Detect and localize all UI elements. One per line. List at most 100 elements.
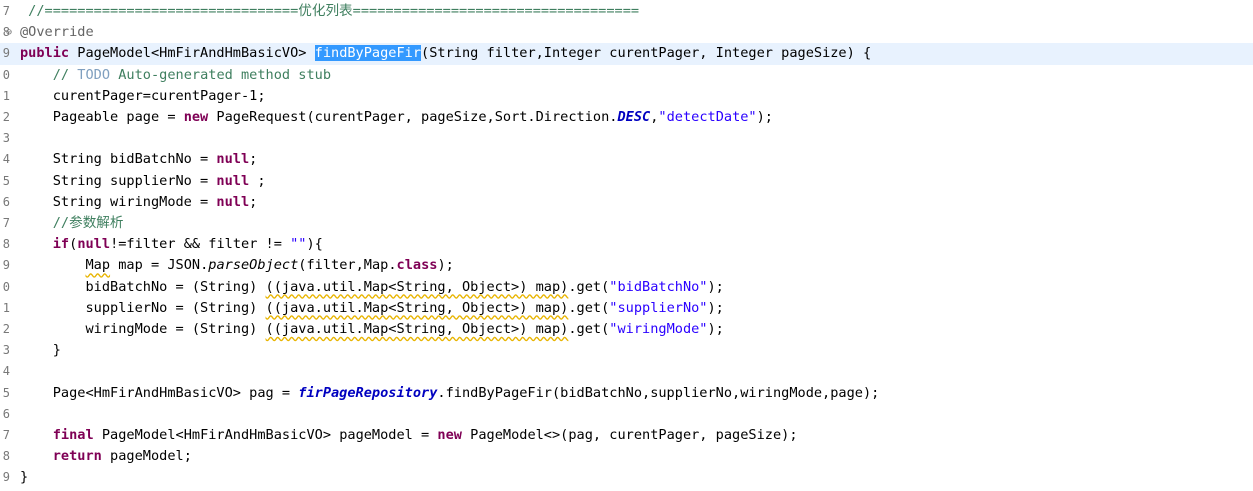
- code-token: 参数解析: [69, 215, 124, 231]
- code-line[interactable]: 5 Page<HmFirAndHmBasicVO> pag = firPageR…: [0, 383, 1253, 404]
- code-text[interactable]: public PageModel<HmFirAndHmBasicVO> find…: [20, 43, 871, 64]
- line-number: 8: [2, 237, 10, 252]
- code-line[interactable]: 8 if(null!=filter && filter != ""){: [0, 234, 1253, 255]
- code-line[interactable]: 3 }: [0, 340, 1253, 361]
- code-token: ((java.util.Map<String, Object>) map): [265, 299, 569, 316]
- code-token: //: [20, 66, 78, 83]
- code-token: parseObject: [208, 257, 299, 274]
- code-line[interactable]: 0 bidBatchNo = (String) ((java.util.Map<…: [0, 277, 1253, 298]
- code-token: bidBatchNo = (String): [20, 278, 266, 295]
- code-line[interactable]: 0 // TODO Auto-generated method stub: [0, 65, 1253, 86]
- code-text[interactable]: wiringMode = (String) ((java.util.Map<St…: [20, 319, 723, 340]
- code-text[interactable]: @Override: [20, 22, 94, 43]
- line-number: 0: [2, 67, 10, 82]
- code-token: Page<HmFirAndHmBasicVO> pag =: [20, 384, 299, 401]
- line-number: 7: [2, 428, 10, 442]
- code-text[interactable]: String wiringMode = null;: [20, 192, 258, 213]
- line-number: 7: [2, 216, 10, 230]
- code-token: ){: [306, 236, 323, 253]
- code-token: null: [216, 172, 250, 189]
- code-token: new: [183, 109, 209, 125]
- code-line[interactable]: 1 curentPager=curentPager-1;: [0, 86, 1253, 107]
- code-token: (String filter,Integer curentPager, Inte…: [421, 45, 872, 62]
- code-text[interactable]: // TODO Auto-generated method stub: [20, 65, 331, 86]
- code-token: curentPager=curentPager-1;: [20, 87, 266, 104]
- code-text[interactable]: }: [20, 467, 28, 488]
- code-token: public: [20, 45, 70, 62]
- code-line[interactable]: 5 String supplierNo = null ;: [0, 171, 1253, 192]
- line-number: 5: [2, 385, 10, 400]
- code-token: "wiringMode": [609, 321, 708, 337]
- code-text[interactable]: Pageable page = new PageRequest(curentPa…: [20, 107, 773, 128]
- code-text[interactable]: Map map = JSON.parseObject(filter,Map.cl…: [20, 255, 454, 276]
- line-number: 3: [2, 343, 10, 358]
- code-text[interactable]: }: [20, 340, 61, 361]
- code-line[interactable]: 9 public PageModel<HmFirAndHmBasicVO> fin…: [0, 43, 1253, 65]
- code-line[interactable]: 1 supplierNo = (String) ((java.util.Map<…: [0, 298, 1253, 319]
- line-number: 1: [2, 300, 10, 315]
- code-token: );: [437, 257, 454, 274]
- code-token: Pageable page =: [20, 109, 184, 125]
- code-line[interactable]: 7 //===============================优化列表=…: [0, 1, 1253, 22]
- code-line[interactable]: 4: [0, 361, 1253, 382]
- code-token: wiringMode = (String): [20, 321, 266, 337]
- code-line[interactable]: 6: [0, 404, 1253, 425]
- line-number: 6: [2, 406, 10, 421]
- code-token: .findByPageFir(bidBatchNo,supplierNo,wir…: [437, 384, 880, 401]
- code-token: "supplierNo": [609, 299, 708, 316]
- code-line[interactable]: 8 ⊖ @Override: [0, 22, 1253, 43]
- code-token: ;: [249, 172, 266, 189]
- code-line[interactable]: 9 Map map = JSON.parseObject(filter,Map.…: [0, 255, 1253, 276]
- code-token: "detectDate": [658, 109, 757, 125]
- code-token: class: [396, 257, 438, 274]
- code-token: );: [707, 278, 724, 295]
- code-text[interactable]: final PageModel<HmFirAndHmBasicVO> pageM…: [20, 425, 798, 446]
- line-number: 9: [2, 46, 10, 61]
- code-token: null: [216, 151, 250, 168]
- code-text[interactable]: Page<HmFirAndHmBasicVO> pag = firPageRep…: [20, 383, 880, 404]
- code-text[interactable]: //===============================优化列表===…: [20, 1, 639, 22]
- code-line[interactable]: 2 Pageable page = new PageRequest(curent…: [0, 107, 1253, 128]
- code-token: null: [77, 236, 111, 253]
- code-token: Map: [85, 257, 111, 274]
- code-line[interactable]: 7 final PageModel<HmFirAndHmBasicVO> pag…: [0, 425, 1253, 446]
- code-token: //===============================: [20, 3, 299, 19]
- code-token: PageModel<>(pag, curentPager, pageSize);: [461, 427, 798, 443]
- code-line[interactable]: 9}: [0, 467, 1253, 488]
- code-token: return: [52, 448, 102, 465]
- code-text[interactable]: supplierNo = (String) ((java.util.Map<St…: [20, 298, 724, 319]
- code-text[interactable]: bidBatchNo = (String) ((java.util.Map<St…: [20, 277, 724, 298]
- code-line[interactable]: 7 //参数解析: [0, 213, 1253, 234]
- code-token: ===================================: [352, 3, 640, 19]
- code-token: Auto-generated method stub: [110, 66, 332, 83]
- code-token: "bidBatchNo": [609, 278, 708, 295]
- code-text[interactable]: //参数解析: [20, 213, 124, 234]
- code-token: firPageRepository: [298, 384, 438, 401]
- code-token: PageModel<HmFirAndHmBasicVO> pageModel =: [93, 427, 438, 443]
- code-line[interactable]: 8 return pageModel;: [0, 446, 1253, 467]
- fold-toggle-icon[interactable]: ⊖: [6, 22, 16, 43]
- code-line[interactable]: 2 wiringMode = (String) ((java.util.Map<…: [0, 319, 1253, 340]
- code-text[interactable]: String supplierNo = null ;: [20, 171, 266, 192]
- code-text[interactable]: return pageModel;: [20, 446, 192, 467]
- line-number: 8: [2, 449, 10, 464]
- code-text[interactable]: if(null!=filter && filter != ""){: [20, 234, 323, 255]
- code-text[interactable]: curentPager=curentPager-1;: [20, 86, 266, 107]
- code-line[interactable]: 4 String bidBatchNo = null;: [0, 149, 1253, 170]
- line-number: 4: [2, 152, 10, 167]
- code-token: ((java.util.Map<String, Object>) map): [265, 278, 569, 295]
- code-line[interactable]: 3: [0, 128, 1253, 149]
- code-token: null: [216, 193, 250, 210]
- code-token: PageModel<HmFirAndHmBasicVO>: [69, 45, 315, 62]
- code-token: String supplierNo =: [20, 172, 217, 189]
- code-text[interactable]: String bidBatchNo = null;: [20, 149, 258, 170]
- code-editor[interactable]: 7 //===============================优化列表=…: [0, 0, 1253, 491]
- code-token: );: [707, 299, 724, 316]
- code-token: DESC: [617, 109, 651, 125]
- code-token: String bidBatchNo =: [20, 151, 217, 168]
- code-line[interactable]: 6 String wiringMode = null;: [0, 192, 1253, 213]
